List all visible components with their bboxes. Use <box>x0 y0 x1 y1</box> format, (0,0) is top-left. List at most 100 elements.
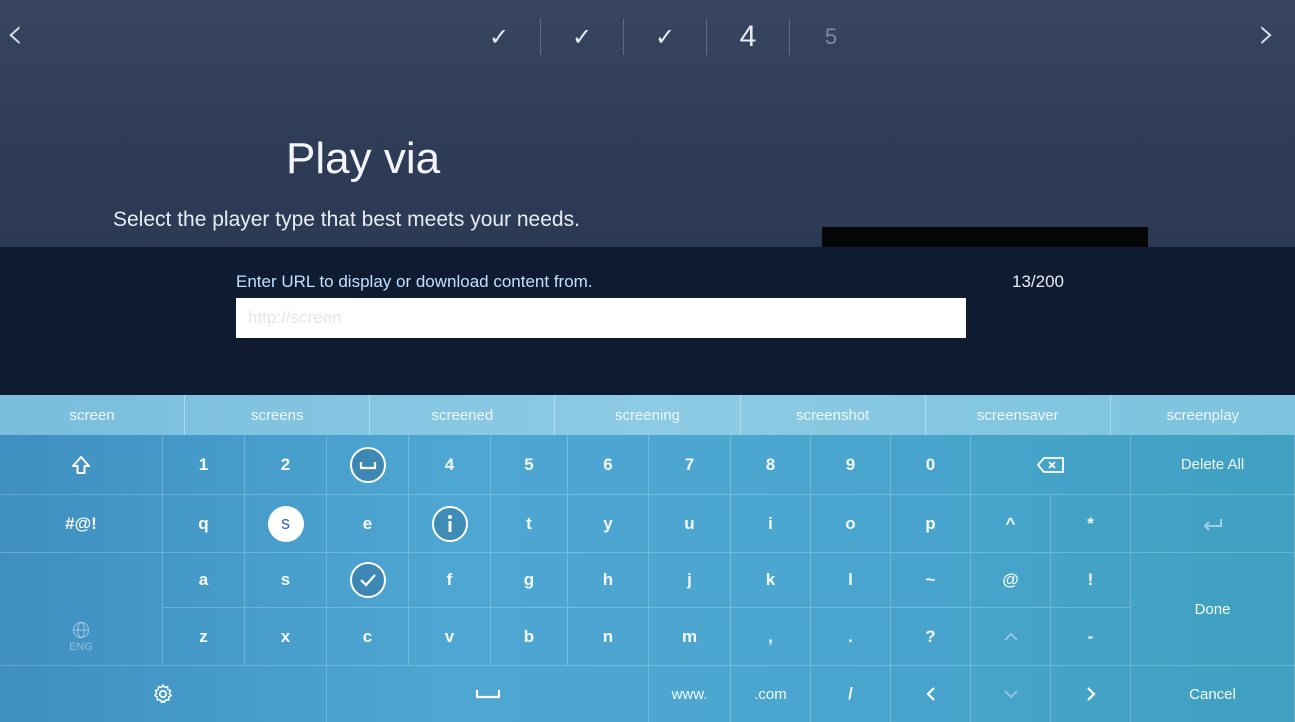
cursor-right-key[interactable] <box>1051 666 1131 722</box>
chevron-right-icon <box>1086 687 1096 701</box>
step-5-pending: 5 <box>824 24 838 49</box>
key-question[interactable]: ? <box>891 608 971 666</box>
key-m[interactable]: m <box>649 608 731 666</box>
key-i[interactable]: i <box>731 495 811 553</box>
key-period[interactable]: . <box>811 608 891 666</box>
onscreen-keyboard: screen screens screened screening screen… <box>0 395 1295 722</box>
cursor-down-key[interactable] <box>971 666 1051 722</box>
chevron-up-icon <box>1003 632 1018 641</box>
key-2[interactable]: 2 <box>245 435 327 495</box>
slash-key[interactable]: / <box>811 666 891 722</box>
shift-arrow-icon <box>72 455 90 474</box>
backspace-key[interactable] <box>971 435 1131 495</box>
url-input[interactable] <box>236 298 966 338</box>
setup-header-area: ‹ › ✓ ✓ ✓ 4 5 Play via Select the player… <box>0 0 1295 247</box>
key-8[interactable]: 8 <box>731 435 811 495</box>
space-bar-icon <box>475 690 500 699</box>
key-k[interactable]: k <box>731 553 811 608</box>
key-x[interactable]: x <box>245 608 327 666</box>
cursor-left-key[interactable] <box>891 666 971 722</box>
key-exclamation[interactable]: ! <box>1051 553 1131 608</box>
step-4-current: 4 <box>739 20 757 53</box>
info-key[interactable] <box>409 495 491 553</box>
next-step-chevron-right-icon[interactable]: › <box>1258 12 1288 60</box>
key-h[interactable]: h <box>568 553 649 608</box>
key-asterisk[interactable]: * <box>1051 495 1131 553</box>
key-f[interactable]: f <box>409 553 491 608</box>
key-b[interactable]: b <box>491 608 568 666</box>
key-0[interactable]: 0 <box>891 435 971 495</box>
settings-key[interactable] <box>0 666 327 722</box>
key-n[interactable]: n <box>568 608 649 666</box>
backspace-icon <box>1036 456 1064 473</box>
symbols-key[interactable]: #@! <box>0 495 163 553</box>
globe-icon <box>72 621 90 638</box>
space-icon <box>349 446 386 483</box>
step-3-check-icon: ✓ <box>654 23 676 51</box>
preview-box <box>822 227 1148 247</box>
suggestion-item[interactable]: screening <box>555 395 741 435</box>
key-u[interactable]: u <box>649 495 731 553</box>
key-1[interactable]: 1 <box>163 435 245 495</box>
prev-step-chevron-left-icon[interactable]: ‹ <box>6 12 36 60</box>
left-column-spacer <box>0 553 163 608</box>
focused-key-indicator: s <box>267 505 304 542</box>
key-p[interactable]: p <box>891 495 971 553</box>
key-6[interactable]: 6 <box>568 435 649 495</box>
step-1-check-icon: ✓ <box>488 23 510 51</box>
key-dash[interactable]: - <box>1051 608 1131 666</box>
key-9[interactable]: 9 <box>811 435 891 495</box>
enter-icon <box>1203 518 1222 531</box>
key-l[interactable]: l <box>811 553 891 608</box>
url-field-label: Enter URL to display or download content… <box>236 272 593 291</box>
key-s[interactable]: s <box>245 553 327 608</box>
key-comma[interactable]: , <box>731 608 811 666</box>
key-q[interactable]: q <box>163 495 245 553</box>
key-o[interactable]: o <box>811 495 891 553</box>
done-button[interactable]: Done <box>1131 553 1295 666</box>
key-4[interactable]: 4 <box>409 435 491 495</box>
suggestion-item[interactable]: screenplay <box>1111 395 1295 435</box>
delete-all-button[interactable]: Delete All <box>1131 435 1295 495</box>
language-label: ENG <box>69 640 93 653</box>
key-g[interactable]: g <box>491 553 568 608</box>
language-key[interactable]: ENG <box>0 608 163 666</box>
suggestion-bar: screen screens screened screening screen… <box>0 395 1295 435</box>
key-e[interactable]: e <box>327 495 409 553</box>
suggestion-item[interactable]: screened <box>370 395 556 435</box>
key-a[interactable]: a <box>163 553 245 608</box>
step-2-check-icon: ✓ <box>571 23 593 51</box>
suggestion-item[interactable]: screens <box>185 395 371 435</box>
wizard-steps: ✓ ✓ ✓ 4 5 <box>458 14 872 60</box>
key-7[interactable]: 7 <box>649 435 731 495</box>
cursor-up-key[interactable] <box>971 608 1051 666</box>
key-tilde[interactable]: ~ <box>891 553 971 608</box>
url-entry-panel: Enter URL to display or download content… <box>0 247 1295 395</box>
cancel-button[interactable]: Cancel <box>1131 666 1295 722</box>
www-key[interactable]: www. <box>649 666 731 722</box>
key-c[interactable]: c <box>327 608 409 666</box>
shift-key[interactable] <box>0 435 163 495</box>
key-t[interactable]: t <box>491 495 568 553</box>
enter-key[interactable] <box>1131 495 1295 553</box>
key-caret[interactable]: ^ <box>971 495 1051 553</box>
chevron-left-icon <box>925 687 935 701</box>
key-at[interactable]: @ <box>971 553 1051 608</box>
language-indicator: ENG <box>69 621 93 653</box>
chevron-down-icon <box>1003 690 1018 699</box>
suggestion-item[interactable]: screensaver <box>926 395 1111 435</box>
suggestion-item[interactable]: screen <box>0 395 186 435</box>
space-key-highlight[interactable] <box>327 435 409 495</box>
key-5[interactable]: 5 <box>491 435 568 495</box>
key-s-focused[interactable]: s <box>245 495 327 553</box>
suggestion-item[interactable]: screenshot <box>741 395 926 435</box>
info-icon <box>431 505 468 542</box>
page-subtitle: Select the player type that best meets y… <box>113 208 580 231</box>
key-y[interactable]: y <box>568 495 649 553</box>
key-z[interactable]: z <box>163 608 245 666</box>
check-key[interactable] <box>327 553 409 608</box>
key-v[interactable]: v <box>409 608 491 666</box>
spacebar[interactable] <box>327 666 649 722</box>
key-j[interactable]: j <box>649 553 731 608</box>
dot-com-key[interactable]: .com <box>731 666 811 722</box>
